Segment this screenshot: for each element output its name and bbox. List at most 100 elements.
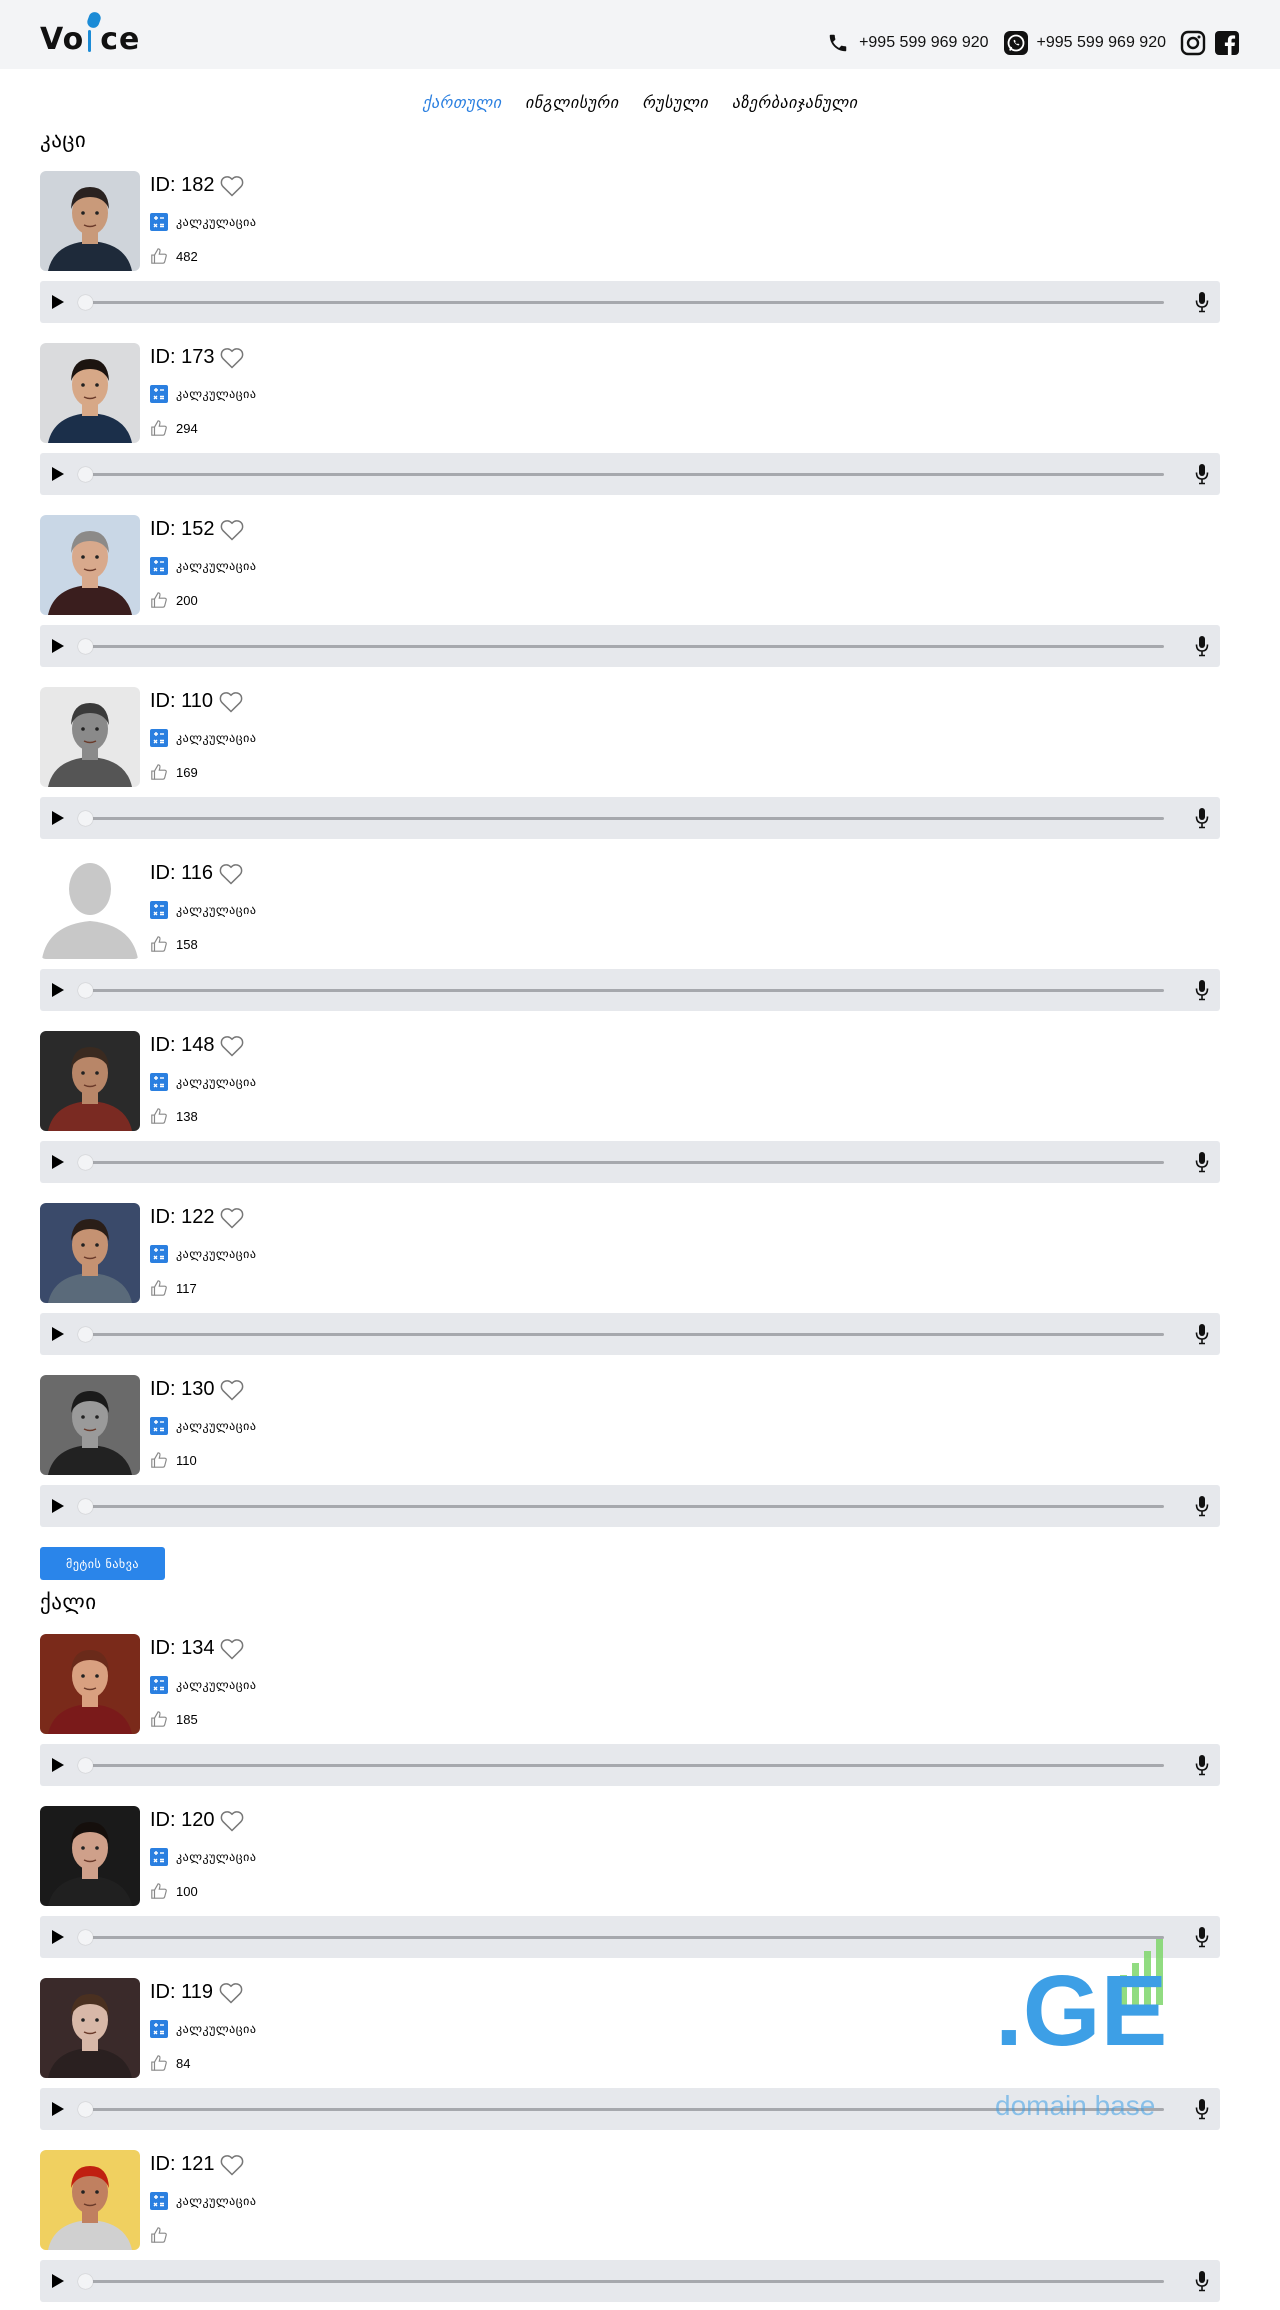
play-icon[interactable] <box>52 1155 64 1169</box>
play-icon[interactable] <box>52 811 64 825</box>
thumbs-up-icon[interactable] <box>150 935 168 953</box>
audio-progress-knob[interactable] <box>78 811 93 826</box>
play-icon[interactable] <box>52 983 64 997</box>
thumbs-up-icon[interactable] <box>150 1710 168 1728</box>
avatar[interactable] <box>40 1203 140 1303</box>
calculation-link[interactable]: კალკულაცია <box>150 2192 256 2210</box>
calculation-link[interactable]: კალკულაცია <box>150 1073 256 1091</box>
calculation-link[interactable]: კალკულაცია <box>150 1417 256 1435</box>
avatar[interactable] <box>40 171 140 271</box>
audio-progress-knob[interactable] <box>78 1155 93 1170</box>
avatar[interactable] <box>40 515 140 615</box>
audio-progress-track[interactable] <box>84 1161 1164 1164</box>
audio-progress-track[interactable] <box>84 1333 1164 1336</box>
heart-icon[interactable] <box>219 1982 243 2004</box>
audio-progress-knob[interactable] <box>78 983 93 998</box>
heart-icon[interactable] <box>220 1638 244 1660</box>
avatar[interactable] <box>40 343 140 443</box>
calculation-link[interactable]: კალკულაცია <box>150 901 256 919</box>
calculation-link[interactable]: კალკულაცია <box>150 2020 256 2038</box>
avatar[interactable] <box>40 1031 140 1131</box>
likes <box>150 2226 176 2244</box>
logo[interactable]: Vo ce <box>40 10 140 58</box>
heart-icon[interactable] <box>220 2154 244 2176</box>
heart-icon[interactable] <box>220 175 244 197</box>
play-icon[interactable] <box>52 1327 64 1341</box>
facebook-icon[interactable] <box>1214 30 1240 56</box>
heart-icon[interactable] <box>220 347 244 369</box>
nav-item-russian[interactable]: რუსული <box>642 93 708 112</box>
audio-progress-knob[interactable] <box>78 2102 93 2117</box>
likes: 158 <box>150 935 198 953</box>
watermark-small-text: domain base <box>995 2090 1156 2121</box>
audio-progress-knob[interactable] <box>78 1758 93 1773</box>
nav-item-georgian[interactable]: ქართული <box>422 93 501 112</box>
audio-progress-knob[interactable] <box>78 1327 93 1342</box>
play-icon[interactable] <box>52 1930 64 1944</box>
whatsapp-number[interactable]: +995 599 969 920 <box>1037 34 1166 52</box>
calculator-icon <box>150 1676 168 1694</box>
audio-progress-track[interactable] <box>84 2280 1164 2283</box>
calculation-link[interactable]: კალკულაცია <box>150 1676 256 1694</box>
play-icon[interactable] <box>52 1499 64 1513</box>
calculation-link[interactable]: კალკულაცია <box>150 729 256 747</box>
thumbs-up-icon[interactable] <box>150 419 168 437</box>
avatar[interactable] <box>40 859 140 959</box>
play-icon[interactable] <box>52 2274 64 2288</box>
nav-item-english[interactable]: ინგლისური <box>525 93 618 112</box>
heart-icon[interactable] <box>220 1810 244 1832</box>
thumbs-up-icon[interactable] <box>150 1451 168 1469</box>
audio-progress-knob[interactable] <box>78 295 93 310</box>
nav-item-azerbaijani[interactable]: აზერბაიჯანული <box>732 93 858 112</box>
audio-progress-knob[interactable] <box>78 639 93 654</box>
play-icon[interactable] <box>52 2102 64 2116</box>
audio-progress-knob[interactable] <box>78 2274 93 2289</box>
thumbs-up-icon[interactable] <box>150 1107 168 1125</box>
avatar[interactable] <box>40 1806 140 1906</box>
heart-icon[interactable] <box>219 863 243 885</box>
audio-progress-track[interactable] <box>84 989 1164 992</box>
thumbs-up-icon[interactable] <box>150 763 168 781</box>
show-more-button[interactable]: მეტის ნახვა <box>40 1547 165 1580</box>
whatsapp-icon[interactable] <box>1003 30 1029 56</box>
thumbs-up-icon[interactable] <box>150 1279 168 1297</box>
audio-progress-knob[interactable] <box>78 467 93 482</box>
avatar[interactable] <box>40 1375 140 1475</box>
calculation-link[interactable]: კალკულაცია <box>150 385 256 403</box>
calculation-link[interactable]: კალკულაცია <box>150 1245 256 1263</box>
calculator-icon <box>150 1245 168 1263</box>
audio-progress-knob[interactable] <box>78 1930 93 1945</box>
thumbs-up-icon[interactable] <box>150 1882 168 1900</box>
thumbs-up-icon[interactable] <box>150 247 168 265</box>
avatar[interactable] <box>40 687 140 787</box>
thumbs-up-icon[interactable] <box>150 2226 168 2244</box>
calculation-link[interactable]: კალკულაცია <box>150 557 256 575</box>
audio-progress-track[interactable] <box>84 645 1164 648</box>
heart-icon[interactable] <box>220 1207 244 1229</box>
heart-icon[interactable] <box>219 691 243 713</box>
avatar[interactable] <box>40 1634 140 1734</box>
heart-icon[interactable] <box>220 1379 244 1401</box>
heart-icon[interactable] <box>220 1035 244 1057</box>
play-icon[interactable] <box>52 639 64 653</box>
audio-progress-track[interactable] <box>84 473 1164 476</box>
likes: 138 <box>150 1107 198 1125</box>
instagram-icon[interactable] <box>1180 30 1206 56</box>
calculation-link[interactable]: კალკულაცია <box>150 213 256 231</box>
audio-progress-track[interactable] <box>84 817 1164 820</box>
audio-progress-track[interactable] <box>84 1505 1164 1508</box>
play-icon[interactable] <box>52 1758 64 1772</box>
heart-icon[interactable] <box>220 519 244 541</box>
audio-progress-track[interactable] <box>84 301 1164 304</box>
calculation-link[interactable]: კალკულაცია <box>150 1848 256 1866</box>
avatar[interactable] <box>40 1978 140 2078</box>
audio-player <box>40 1485 1220 1527</box>
thumbs-up-icon[interactable] <box>150 2054 168 2072</box>
thumbs-up-icon[interactable] <box>150 591 168 609</box>
avatar[interactable] <box>40 2150 140 2250</box>
audio-progress-track[interactable] <box>84 1764 1164 1767</box>
play-icon[interactable] <box>52 467 64 481</box>
audio-progress-knob[interactable] <box>78 1499 93 1514</box>
play-icon[interactable] <box>52 295 64 309</box>
phone-number[interactable]: +995 599 969 920 <box>859 34 988 52</box>
